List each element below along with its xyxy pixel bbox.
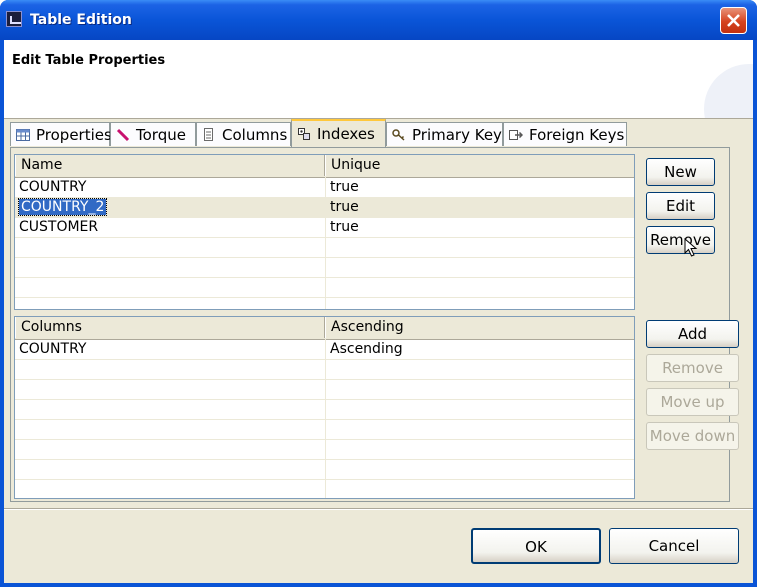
foreign-key-icon xyxy=(509,129,523,140)
column-header-name[interactable]: Name xyxy=(15,155,325,176)
tab-properties[interactable]: Properties xyxy=(10,122,112,146)
button-label: New xyxy=(664,163,697,181)
tab-label: Indexes xyxy=(317,125,375,143)
window-title: Table Edition xyxy=(30,12,132,28)
column-ascending-cell: Ascending xyxy=(330,341,403,357)
tab-indexes[interactable]: Indexes xyxy=(291,119,386,147)
move-down-button[interactable]: Move down xyxy=(646,422,739,450)
dialog-client-area: Edit Table Properties Properties Torque xyxy=(4,40,753,583)
title-bar[interactable]: Table Edition xyxy=(0,0,757,40)
column-header-columns[interactable]: Columns xyxy=(15,317,325,338)
tab-label: Foreign Keys xyxy=(529,125,625,144)
tab-label: Primary Key xyxy=(412,125,502,144)
button-label: Remove xyxy=(662,359,723,377)
button-label: Move down xyxy=(649,427,736,445)
dialog-header: Edit Table Properties xyxy=(4,40,753,119)
edit-index-button[interactable]: Edit xyxy=(646,192,715,220)
column-divider xyxy=(325,339,326,498)
tab-label: Properties xyxy=(36,125,112,144)
button-label: OK xyxy=(525,538,547,556)
tab-torque[interactable]: Torque xyxy=(110,122,196,146)
columns-icon xyxy=(204,127,213,141)
button-label: Move up xyxy=(660,393,725,411)
tab-columns[interactable]: Columns xyxy=(196,122,291,146)
tab-foreign-keys[interactable]: Foreign Keys xyxy=(503,122,627,146)
remove-index-button[interactable]: Remove xyxy=(646,226,715,254)
column-header-unique[interactable]: Unique xyxy=(325,155,634,176)
column-name-cell: COUNTRY xyxy=(19,341,87,357)
ok-button[interactable]: OK xyxy=(471,528,601,564)
app-icon xyxy=(6,11,22,27)
new-index-button[interactable]: New xyxy=(646,158,715,186)
column-divider xyxy=(325,177,326,309)
close-button[interactable] xyxy=(720,7,747,34)
indexes-table[interactable]: Name Unique COUNTRY true COUNTRY_2 true … xyxy=(14,154,635,310)
index-name-cell: COUNTRY xyxy=(19,179,87,195)
footer-separator xyxy=(4,508,753,510)
index-columns-table-header: Columns Ascending xyxy=(15,317,634,340)
indexes-table-header: Name Unique xyxy=(15,155,634,178)
selected-text: COUNTRY_2 xyxy=(17,198,108,216)
table-icon xyxy=(16,128,30,141)
tab-label: Torque xyxy=(136,125,186,144)
index-unique-cell: true xyxy=(330,179,359,195)
header-banner-graphic xyxy=(704,64,753,118)
page-title: Edit Table Properties xyxy=(12,53,166,68)
index-unique-cell: true xyxy=(330,199,359,215)
indexes-tab-panel: Name Unique COUNTRY true COUNTRY_2 true … xyxy=(10,147,739,502)
close-icon xyxy=(727,14,740,27)
remove-column-button[interactable]: Remove xyxy=(646,354,739,382)
tab-label: Columns xyxy=(222,125,288,144)
dialog-window: Table Edition Edit Table Properties Prop… xyxy=(0,0,757,587)
mouse-pointer-icon xyxy=(684,238,698,257)
index-unique-cell: true xyxy=(330,219,359,235)
button-label: Edit xyxy=(665,197,696,215)
cancel-button[interactable]: Cancel xyxy=(609,528,739,564)
index-columns-table[interactable]: Columns Ascending COUNTRY Ascending xyxy=(14,316,635,499)
column-header-ascending[interactable]: Ascending xyxy=(325,317,634,338)
button-label: Add xyxy=(677,325,708,343)
key-icon xyxy=(392,128,405,141)
index-name-cell: COUNTRY_2 xyxy=(17,197,108,217)
tab-primary-key[interactable]: Primary Key xyxy=(386,122,503,146)
pencil-icon xyxy=(116,128,130,141)
indexes-icon xyxy=(298,128,310,140)
button-label: Remove xyxy=(650,231,711,249)
add-column-button[interactable]: Add xyxy=(646,320,739,348)
button-label: Cancel xyxy=(648,537,700,555)
index-name-cell: CUSTOMER xyxy=(19,219,99,235)
move-up-button[interactable]: Move up xyxy=(646,388,739,416)
